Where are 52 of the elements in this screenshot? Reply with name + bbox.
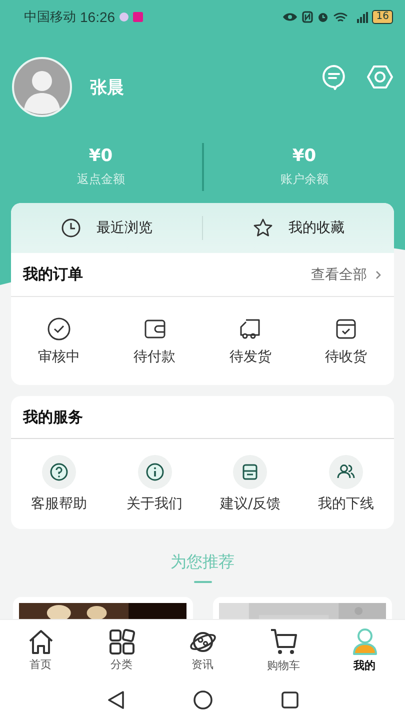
clock-icon <box>60 218 80 238</box>
package-icon <box>334 316 358 340</box>
balance-amount: ¥0 <box>88 146 113 166</box>
chevron-right-icon <box>375 270 382 280</box>
check-circle-icon <box>46 316 71 340</box>
home-icon <box>28 628 54 654</box>
order-status-item[interactable]: 待收货 <box>325 348 368 366</box>
wifi-icon <box>333 12 348 22</box>
balance-amount: ¥0 <box>292 146 316 166</box>
user-icon <box>352 628 378 656</box>
grid-icon <box>108 628 134 654</box>
balance-label: 账户余额 <box>280 171 328 188</box>
section-title: 我的服务 <box>23 408 83 426</box>
recommend-title: 为您推荐 <box>170 552 234 573</box>
help-icon <box>42 455 76 489</box>
service-item[interactable]: 客服帮助 <box>30 495 87 513</box>
info-icon <box>138 455 172 489</box>
star-icon <box>252 218 272 238</box>
tab-item[interactable]: 分类 <box>81 620 162 680</box>
user-name: 张晨 <box>90 76 124 98</box>
inbox-icon <box>233 455 268 489</box>
recents-icon[interactable] <box>280 691 298 709</box>
tab-item[interactable]: 我的 <box>324 620 405 680</box>
product-card[interactable] <box>13 597 192 619</box>
avatar-icon <box>12 57 72 117</box>
service-item[interactable]: 建议/反馈 <box>220 495 281 513</box>
clock-text: 16:26 <box>80 9 116 25</box>
battery-indicator: 16 <box>372 10 393 24</box>
tab-item[interactable]: 购物车 <box>243 620 324 680</box>
service-item[interactable]: 关于我们 <box>126 495 183 513</box>
home-button-icon[interactable] <box>192 690 212 710</box>
order-status-item[interactable]: 待发货 <box>229 348 272 366</box>
tab-item[interactable]: 首页 <box>0 620 81 680</box>
balance-label: 返点金额 <box>76 171 125 188</box>
quick-link[interactable]: 最近浏览 <box>96 219 152 237</box>
eye-icon <box>282 12 298 22</box>
alarm-icon <box>317 11 330 23</box>
section-title: 我的订单 <box>23 265 83 284</box>
tab-item[interactable]: 资讯 <box>162 620 243 680</box>
order-status-item[interactable]: 待付款 <box>134 348 176 366</box>
truck-icon <box>238 316 262 340</box>
app-notification-icon <box>133 12 144 22</box>
back-icon[interactable] <box>106 690 124 710</box>
app-notification-icon <box>119 12 130 22</box>
carrier-text: 中国移动 <box>24 9 76 26</box>
users-icon <box>329 455 364 489</box>
order-status-item[interactable]: 审核中 <box>38 348 80 366</box>
service-item[interactable]: 我的下线 <box>318 495 374 513</box>
view-all-link[interactable]: 查看全部 <box>311 266 367 284</box>
nfc-icon <box>302 11 314 23</box>
cart-icon <box>270 628 298 656</box>
quick-link[interactable]: 我的收藏 <box>288 219 344 237</box>
